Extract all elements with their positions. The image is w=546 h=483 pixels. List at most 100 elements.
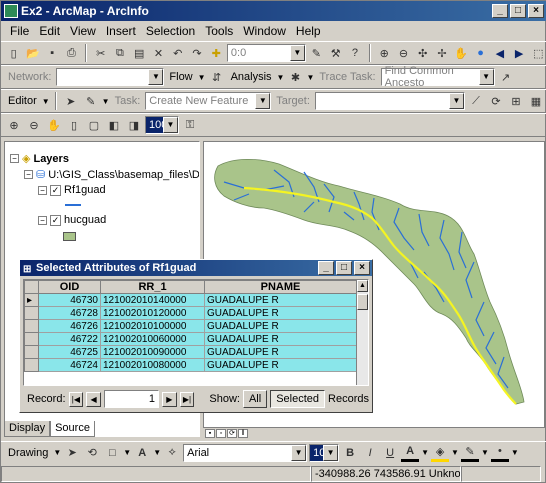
pan-hand-icon[interactable]: ✋ (453, 44, 470, 62)
layer-visibility-checkbox[interactable]: ✓ (50, 214, 61, 226)
previous-record-button[interactable]: ◀ (86, 391, 101, 407)
editor-toolbar-icon[interactable]: ✎ (308, 44, 325, 62)
add-flag-icon[interactable]: ✱ (286, 68, 304, 86)
close-button[interactable]: × (528, 4, 544, 18)
attr-close-button[interactable]: × (354, 261, 370, 275)
layer-visibility-checkbox[interactable]: ✓ (50, 184, 61, 196)
print-icon[interactable]: ⎙ (63, 44, 80, 62)
whats-this-icon[interactable]: ? (346, 44, 363, 62)
paste-icon[interactable]: ▤ (131, 44, 148, 62)
refresh-button[interactable]: ⟳ (227, 429, 237, 438)
sketch-properties-icon[interactable]: ⊞ (507, 92, 525, 110)
menu-insert[interactable]: Insert (105, 24, 137, 38)
cut-icon[interactable]: ✂ (92, 44, 109, 62)
record-number-input[interactable]: 1 (103, 390, 159, 408)
target-combo[interactable]: ▼ (314, 92, 465, 110)
collapse-icon[interactable]: − (38, 185, 47, 195)
new-document-icon[interactable]: ▯ (5, 44, 22, 62)
layers-root[interactable]: − ◈ Layers (10, 152, 69, 165)
attr-maximize-button[interactable]: □ (336, 261, 352, 275)
line-color-icon[interactable]: ✎ (460, 444, 479, 462)
flow-menu[interactable]: Flow (166, 71, 195, 83)
back-extent-icon[interactable]: ◀ (491, 44, 508, 62)
save-icon[interactable]: ▪ (44, 44, 61, 62)
sketch-tool-icon[interactable]: ✎ (82, 92, 100, 110)
italic-button[interactable]: I (361, 444, 379, 462)
table-row[interactable]: 46725 121002010090000 GUADALUPE R (24, 345, 357, 359)
data-folder-node[interactable]: − ⛁ U:\GIS_Class\basemap_files\Data (24, 168, 199, 181)
fill-color-icon[interactable]: ◈ (431, 444, 450, 462)
layer-rf1guad[interactable]: − ✓ Rf1guad (38, 184, 106, 196)
column-header-pname[interactable]: PNAME (204, 280, 357, 294)
zoom-out-icon[interactable]: ⊖ (395, 44, 412, 62)
menu-edit[interactable]: Edit (38, 24, 61, 38)
table-row[interactable]: 46726 121002010100000 GUADALUPE R (24, 319, 357, 333)
arctoolbox-icon[interactable]: ⚒ (327, 44, 344, 62)
menu-file[interactable]: File (9, 24, 30, 38)
show-all-button[interactable]: All (242, 390, 268, 408)
menu-selection[interactable]: Selection (145, 24, 196, 38)
zoom-100-icon[interactable]: ▢ (85, 116, 103, 134)
tab-source[interactable]: Source (50, 421, 95, 437)
layout-zoom-in-icon[interactable]: ⊕ (5, 116, 23, 134)
column-header-rr1[interactable]: RR_1 (100, 280, 205, 294)
marker-color-icon[interactable]: • (490, 444, 509, 462)
layout-zoom-combo[interactable]: 100%▼ (145, 116, 179, 134)
font-size-combo[interactable]: 10 ▼ (309, 443, 340, 462)
zoom-in-icon[interactable]: ⊕ (376, 44, 393, 62)
menu-window[interactable]: Window (242, 24, 287, 38)
first-record-button[interactable]: |◀ (68, 391, 84, 407)
copy-icon[interactable]: ⧉ (111, 44, 128, 62)
font-color-icon[interactable]: A (401, 444, 420, 462)
attr-minimize-button[interactable]: _ (318, 261, 334, 275)
open-folder-icon[interactable]: 📂 (24, 44, 41, 62)
rectangle-icon[interactable]: □ (103, 444, 121, 462)
trace-task-combo[interactable]: Find Common Ancesto ▼ (380, 65, 495, 89)
table-vertical-scrollbar[interactable]: ▲ (356, 280, 368, 385)
maximize-button[interactable]: □ (510, 4, 526, 18)
new-text-icon[interactable]: A (133, 444, 151, 462)
undo-icon[interactable]: ↶ (169, 44, 186, 62)
attributes-icon[interactable]: ▦ (527, 92, 545, 110)
drawing-menu[interactable]: Drawing (5, 447, 51, 459)
editor-menu[interactable]: Editor (5, 95, 40, 107)
collapse-icon[interactable]: − (24, 170, 33, 179)
solve-icon[interactable]: ↗ (497, 68, 515, 86)
network-combo[interactable]: ▼ (56, 68, 165, 86)
full-extent-icon[interactable]: ● (472, 44, 489, 62)
table-row[interactable]: 46728 121002010120000 GUADALUPE R (24, 306, 357, 320)
bold-button[interactable]: B (341, 444, 359, 462)
zoom-whole-page-icon[interactable]: ▯ (65, 116, 83, 134)
font-combo[interactable]: Arial ▼ (183, 443, 308, 462)
data-view-button[interactable]: ▪ (205, 429, 215, 438)
select-elements-icon[interactable]: ➤ (63, 444, 81, 462)
layout-forward-icon[interactable]: ◨ (125, 116, 143, 134)
edit-vertices-icon[interactable]: ⟡ (163, 444, 181, 462)
minimize-button[interactable]: _ (492, 4, 508, 18)
last-record-button[interactable]: ▶| (179, 391, 195, 407)
add-data-icon[interactable]: ✚ (208, 44, 225, 62)
tab-display[interactable]: Display (4, 421, 51, 437)
redo-icon[interactable]: ↷ (188, 44, 205, 62)
layer-hucguad[interactable]: − ✓ hucguad (38, 214, 106, 226)
fixed-zoom-out-icon[interactable]: ✢ (433, 44, 450, 62)
pause-drawing-button[interactable]: ‖ (238, 429, 248, 438)
menu-help[interactable]: Help (295, 24, 322, 38)
map-scale-combo[interactable]: 0:0 ▼ (226, 44, 306, 62)
underline-button[interactable]: U (381, 444, 399, 462)
layout-view-button[interactable]: ▫ (216, 429, 226, 438)
delete-icon[interactable]: ✕ (150, 44, 167, 62)
layout-back-icon[interactable]: ◧ (105, 116, 123, 134)
select-features-icon[interactable]: ⬚ (530, 44, 546, 62)
toggle-draft-icon[interactable]: ⚿ (181, 116, 199, 134)
collapse-icon[interactable]: − (10, 154, 19, 163)
menu-view[interactable]: View (69, 24, 97, 38)
column-header-oid[interactable]: OID (38, 280, 101, 294)
table-row[interactable]: 46724 121002010080000 GUADALUPE R (24, 358, 357, 372)
rotate-tool-icon[interactable]: ⟳ (487, 92, 505, 110)
analysis-menu[interactable]: Analysis (228, 71, 275, 83)
split-tool-icon[interactable]: ⟋ (467, 92, 485, 110)
menu-tools[interactable]: Tools (204, 24, 234, 38)
rotate-element-icon[interactable]: ⟲ (83, 444, 101, 462)
show-selected-button[interactable]: Selected (270, 390, 326, 408)
